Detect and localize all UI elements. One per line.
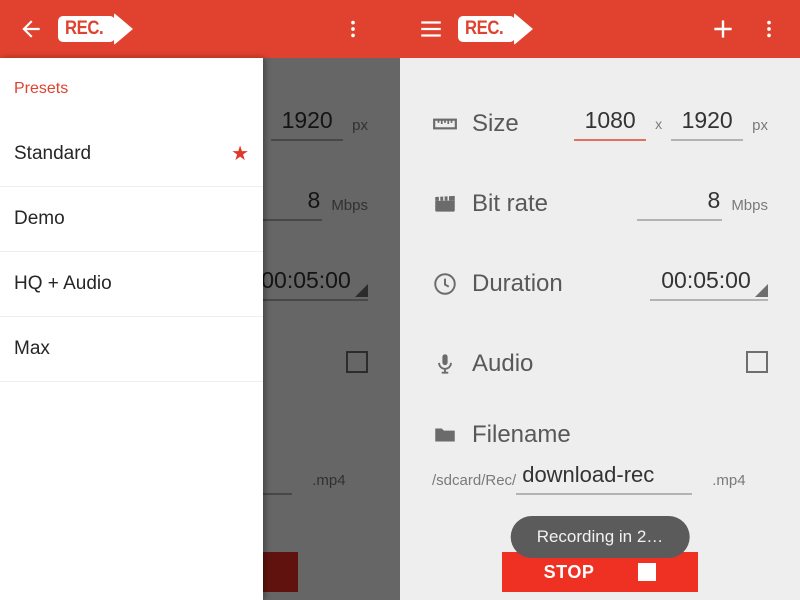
filename-block: Filename /sdcard/Rec/ download-rec .mp4 (400, 404, 800, 495)
row-size: Size 1080 x 1920 px (400, 84, 800, 164)
plus-icon[interactable] (706, 12, 740, 46)
filename-extension: .mp4 (712, 472, 746, 489)
preset-item-hq-audio[interactable]: HQ + Audio (0, 252, 263, 317)
preset-label: HQ + Audio (14, 273, 112, 294)
duration-value: 00:05:00 (661, 267, 751, 293)
row-duration: Duration 00:05:00 (400, 244, 800, 324)
audio-fields (746, 351, 768, 377)
bitrate-fields: 8 Mbps (637, 187, 768, 221)
bitrate-unit: Mbps (731, 197, 768, 214)
left-app-bar: REC. (0, 0, 400, 58)
screenshot-root: REC. Presets Standard ★ Demo HQ + Audio … (0, 0, 800, 600)
size-label: Size (472, 110, 519, 137)
size-height-input[interactable]: 1920 (671, 107, 744, 141)
filename-header: Filename (432, 404, 768, 466)
size-fields: 1080 x 1920 px (574, 107, 768, 141)
bitrate-label: Bit rate (472, 190, 549, 217)
app-logo: REC. (58, 13, 134, 45)
preset-item-standard[interactable]: Standard ★ (0, 122, 263, 187)
audio-checkbox[interactable] (746, 351, 768, 373)
right-settings-form: Size 1080 x 1920 px Bit rate 8 Mbps Dura… (400, 58, 800, 600)
preset-item-max[interactable]: Max (0, 317, 263, 382)
preset-item-demo[interactable]: Demo (0, 187, 263, 252)
filename-line: /sdcard/Rec/ download-rec .mp4 (432, 462, 768, 495)
clock-icon (432, 271, 462, 297)
left-pane: REC. Presets Standard ★ Demo HQ + Audio … (0, 0, 400, 600)
filename-path-prefix: /sdcard/Rec/ (432, 472, 517, 489)
filename-input[interactable]: download-rec (516, 462, 693, 495)
preset-label: Demo (14, 208, 65, 229)
arrow-back-icon[interactable] (14, 12, 48, 46)
filename-label: Filename (472, 421, 571, 448)
ruler-icon (432, 111, 462, 137)
stop-label: STOP (543, 561, 595, 582)
presets-drawer: Presets Standard ★ Demo HQ + Audio Max (0, 58, 263, 600)
recording-countdown-toast: Recording in 2… (510, 516, 690, 558)
stop-button[interactable]: STOP (502, 552, 698, 592)
star-icon[interactable]: ★ (231, 144, 249, 164)
row-bitrate: Bit rate 8 Mbps (400, 164, 800, 244)
logo-box: REC. (458, 16, 516, 42)
clapperboard-icon (432, 191, 462, 217)
camera-lens-icon (114, 13, 134, 45)
right-app-bar: REC. (400, 0, 800, 58)
duration-label: Duration (472, 270, 563, 297)
right-pane: REC. Size 1080 x 1920 px Bit rate 8 Mbps… (400, 0, 800, 600)
size-width-input[interactable]: 1080 (574, 107, 647, 141)
overflow-menu-icon[interactable] (752, 12, 786, 46)
chevron-down-icon (755, 284, 768, 297)
app-logo: REC. (458, 13, 534, 45)
audio-label: Audio (472, 350, 534, 377)
folder-icon (432, 422, 462, 448)
size-separator: x (655, 116, 663, 132)
logo-box: REC. (58, 16, 116, 42)
overflow-menu-icon[interactable] (336, 12, 370, 46)
preset-label: Max (14, 338, 50, 359)
hamburger-menu-icon[interactable] (414, 12, 448, 46)
logo-text: REC. (65, 18, 104, 39)
row-audio: Audio (400, 324, 800, 404)
logo-text: REC. (465, 18, 504, 39)
stop-square-icon (638, 563, 657, 581)
duration-spinner[interactable]: 00:05:00 (650, 267, 768, 301)
preset-label: Standard (14, 143, 92, 164)
drawer-title: Presets (14, 80, 69, 97)
microphone-icon (432, 351, 462, 377)
bitrate-input[interactable]: 8 (637, 187, 723, 221)
size-unit: px (752, 117, 768, 134)
duration-fields: 00:05:00 (650, 267, 768, 301)
camera-lens-icon (514, 13, 534, 45)
